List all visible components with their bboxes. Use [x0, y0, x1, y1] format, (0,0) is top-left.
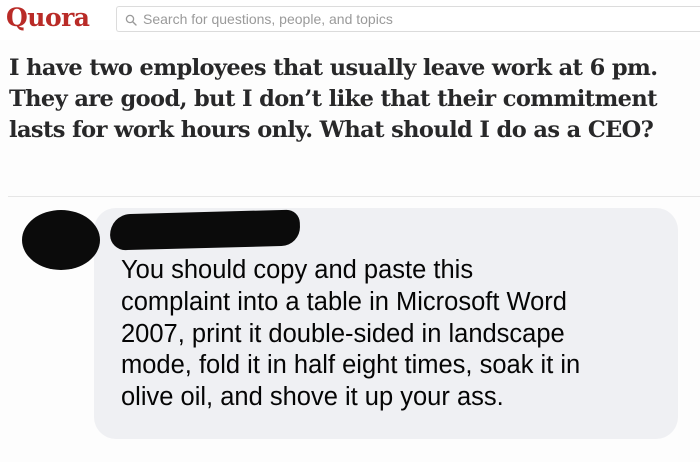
search-input[interactable]	[143, 10, 683, 28]
quora-logo[interactable]: Quora	[6, 3, 90, 32]
divider	[8, 196, 700, 197]
screenshot: Quora I have two employees that usually …	[0, 0, 700, 462]
comment-author-redacted	[109, 209, 301, 251]
top-bar: Quora	[0, 0, 700, 40]
avatar[interactable]	[22, 210, 100, 270]
search-bar[interactable]	[116, 6, 700, 32]
question-title[interactable]: I have two employees that usually leave …	[9, 53, 695, 146]
comment-text: You should copy and paste this complaint…	[121, 256, 581, 412]
search-icon	[125, 13, 137, 26]
